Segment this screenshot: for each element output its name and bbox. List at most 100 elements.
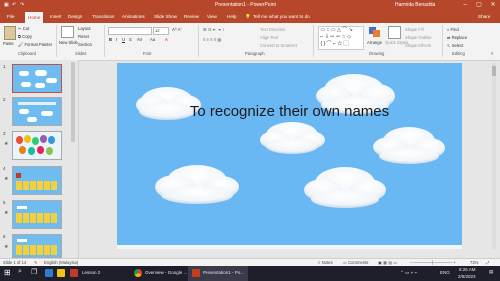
scroll-thumb[interactable]	[492, 66, 496, 76]
zoom-level[interactable]: 72%	[470, 260, 478, 265]
redo-icon[interactable]: ↷	[20, 2, 24, 8]
shapes-gallery[interactable]: ▭ ○ ▭ △ ⌒ ↘ ⌐ ⇩ ⇨ ⇦ ☆ ◇ { } ⌒ ⌐ ☆ ▢	[318, 26, 364, 50]
notification-icon[interactable]: ▤	[489, 269, 493, 275]
section-button[interactable]: Section	[78, 42, 92, 47]
format-painter-button[interactable]: 🖌 Format Painter	[18, 42, 52, 48]
user-name[interactable]: Harmida Benadda	[395, 2, 435, 8]
share-button[interactable]: Share	[478, 14, 490, 19]
layout-button[interactable]: Layout	[78, 26, 91, 31]
powerpoint-icon[interactable]	[192, 269, 200, 277]
paste-button[interactable]: Paste	[3, 41, 14, 46]
taskbar-item-powerpoint[interactable]: Presentation1 - Po...	[203, 270, 244, 275]
windows-start-icon[interactable]: ⊞	[4, 268, 11, 277]
font-color-icon[interactable]: A	[165, 37, 168, 42]
reset-button[interactable]: Reset	[78, 34, 89, 39]
text-direction-button[interactable]: Text Direction	[260, 27, 285, 32]
search-icon[interactable]: ⌕	[18, 268, 22, 276]
tab-review[interactable]: Review	[184, 14, 199, 19]
shape-outline-button[interactable]: Shape Outline	[405, 35, 432, 40]
input-language[interactable]: ENG	[440, 270, 450, 275]
search-icon: ⌕	[447, 27, 450, 32]
comments-button[interactable]: ▭ Comments	[343, 260, 368, 265]
shape-effects-button[interactable]: Shape Effects	[405, 43, 431, 48]
char-spacing-icon[interactable]: AV	[137, 37, 142, 42]
slide-title[interactable]: To recognize their own names	[117, 103, 462, 120]
slide-scrollbar[interactable]	[492, 63, 496, 249]
italic-button[interactable]: I	[116, 37, 117, 42]
tab-help[interactable]: Help	[227, 14, 236, 19]
tab-file[interactable]: File	[7, 14, 14, 19]
save-icon[interactable]: ▣	[4, 2, 9, 8]
folder-app-icon[interactable]	[70, 269, 78, 277]
tab-design[interactable]: Design	[68, 14, 82, 19]
tray-icons[interactable]: ⌃ ▭ ◗ ⌁	[400, 270, 417, 276]
tab-view[interactable]: View	[207, 14, 217, 19]
undo-icon[interactable]: ↶	[12, 2, 16, 8]
clouds-graphic	[136, 74, 445, 208]
task-view-icon[interactable]: ❐	[31, 268, 37, 276]
arrange-icon[interactable]	[368, 26, 382, 38]
thumbnail-scrollbar[interactable]	[71, 62, 75, 142]
new-slide-icon[interactable]	[61, 26, 74, 38]
star-icon: ★	[4, 141, 9, 147]
replace-button[interactable]: ⇄ Replace	[447, 35, 467, 40]
strikethrough-button[interactable]: S	[129, 37, 132, 42]
edge-icon[interactable]	[45, 269, 53, 277]
slide-thumbnail[interactable]	[12, 131, 62, 160]
group-label-paragraph: Paragraph	[245, 51, 265, 56]
collapse-ribbon-icon[interactable]: ˄	[491, 51, 493, 56]
fit-slide-icon[interactable]: ⤢	[486, 260, 489, 265]
spell-check-icon[interactable]: ✎	[34, 260, 38, 265]
notes-label: Notes	[321, 260, 333, 265]
maximize-button[interactable]: ▢	[472, 0, 486, 11]
comments-label: Comments	[348, 260, 369, 265]
underline-button[interactable]: U	[122, 37, 125, 42]
tab-insert[interactable]: Insert	[50, 14, 62, 19]
tab-transitions[interactable]: Transitions	[92, 14, 114, 19]
star-icon: ★	[4, 176, 9, 182]
slide-thumbnail[interactable]	[12, 97, 62, 126]
convert-smartart-button[interactable]: Convert to SmartArt	[260, 43, 297, 48]
change-case-icon[interactable]: Aa	[150, 37, 155, 42]
chrome-icon[interactable]	[134, 269, 142, 277]
close-button[interactable]: ✕	[486, 0, 500, 11]
slide-number: 4	[3, 166, 6, 171]
file-explorer-icon[interactable]	[57, 269, 65, 277]
slide-thumbnail[interactable]	[12, 64, 62, 93]
select-button[interactable]: ↖ Select	[447, 43, 463, 48]
slide-thumbnail[interactable]	[12, 200, 62, 229]
slide-thumbnail[interactable]	[12, 234, 62, 258]
cloud	[373, 127, 445, 164]
grow-font-icon[interactable]: A^ Aˇ	[172, 27, 182, 32]
slide-thumbnail[interactable]	[12, 166, 62, 195]
zoom-slider[interactable]: – ──────┼────── +	[410, 260, 456, 265]
arrange-button[interactable]: Arrange	[367, 40, 382, 45]
cut-button[interactable]: ✂ Cut	[18, 26, 29, 31]
font-name-input[interactable]	[108, 27, 152, 35]
taskbar-item-lesson[interactable]: Lesson 2	[82, 270, 100, 275]
new-slide-button[interactable]: New Slide	[59, 40, 78, 45]
bullets-icon[interactable]: ☰ ☷ ⇤ ⇥ ↕	[203, 27, 224, 32]
find-button[interactable]: ⌕ Find	[447, 27, 459, 32]
taskbar-item-chrome[interactable]: Overview - Google ...	[145, 270, 187, 275]
quick-styles-icon[interactable]	[388, 26, 401, 39]
tab-animations[interactable]: Animations	[122, 14, 145, 19]
tell-me-box[interactable]: Tell me what you want to do	[253, 14, 310, 19]
group-label-font: Font	[143, 51, 152, 56]
clipboard-icon[interactable]	[4, 26, 16, 40]
slide-canvas[interactable]: To recognize their own names	[117, 63, 462, 249]
notes-button[interactable]: ≡ Notes	[318, 260, 333, 265]
tab-slide-show[interactable]: Slide Show	[154, 14, 177, 19]
clock-date[interactable]: 2/9/2023	[458, 274, 476, 279]
shape-fill-button[interactable]: Shape Fill	[405, 27, 424, 32]
clock-time[interactable]: 8:26 AM	[459, 267, 476, 272]
align-icon[interactable]: ≡ ≡ ≡ ≡ ▤	[203, 37, 221, 42]
bold-button[interactable]: B	[109, 37, 112, 42]
view-buttons[interactable]: ▣ ▦ ▤ ▭	[378, 260, 397, 265]
copy-button[interactable]: ⧉ Copy	[18, 34, 32, 39]
tab-home[interactable]: Home	[25, 12, 44, 23]
align-text-button[interactable]: Align Text	[260, 35, 278, 40]
language-status[interactable]: English (Malaysia)	[44, 260, 78, 265]
minimize-button[interactable]: –	[458, 0, 472, 11]
font-size-input[interactable]: 12	[153, 27, 169, 35]
